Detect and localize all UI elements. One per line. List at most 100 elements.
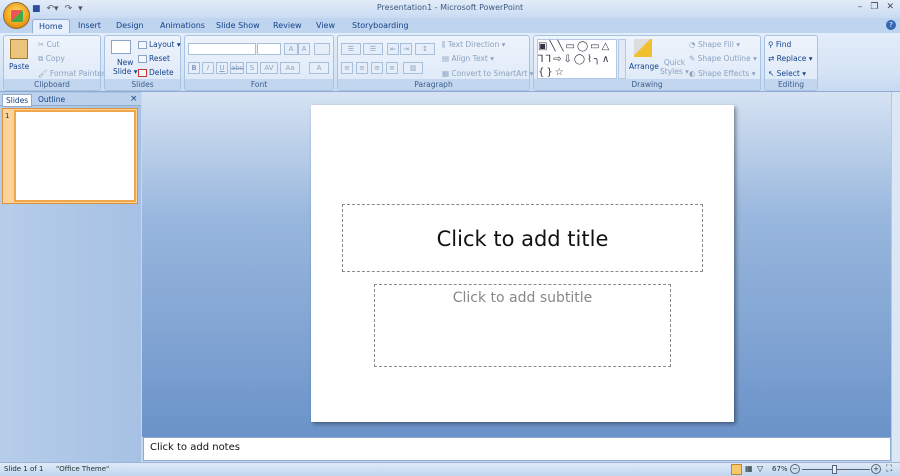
close-icon[interactable]: ✕ [886,2,894,12]
shapes-gallery-scroll[interactable] [618,39,626,79]
paste-icon [10,39,28,59]
paragraph-group: ☰ ☰ ⇤ ⇥ ↕ ≡ ≡ ≡ ≡ ▥ ⫼ Text Direction ▾ ▤… [337,35,533,91]
save-icon[interactable]: ■ [32,4,41,14]
grow-font-button[interactable]: A [284,43,298,55]
editing-label: Editing [765,79,817,90]
center-button[interactable]: ≡ [356,62,368,74]
find-button[interactable]: ⚲ Find [768,40,791,49]
slide-thumbnail[interactable] [14,110,136,202]
arrange-button[interactable]: Arrange [629,62,659,71]
zoom-in-button[interactable]: + [871,464,881,474]
underline-button[interactable]: U [216,62,228,74]
fit-to-window-icon[interactable]: ⛶ [886,464,892,474]
slide-sorter-icon[interactable]: ▦ [745,464,753,473]
brush-icon: 🖌 [38,69,50,78]
notes-input[interactable]: Click to add notes [143,437,891,461]
bullets-button[interactable]: ☰ [341,43,361,55]
slide-canvas[interactable]: Click to add title Click to add subtitle [311,105,734,422]
pane-tabs: Slides Outline × [0,93,141,107]
tab-outline[interactable]: Outline [38,95,65,104]
select-button[interactable]: ↖ Select ▾ [768,69,806,78]
office-button[interactable] [3,2,30,29]
tab-animations[interactable]: Animations [160,19,205,34]
font-group: A A B I U abc S AV Aa A Font [184,35,334,91]
tab-design[interactable]: Design [116,19,144,34]
delete-icon [138,69,147,77]
align-left-button[interactable]: ≡ [341,62,353,74]
minimize-icon[interactable]: – [858,2,863,12]
shapes-gallery[interactable]: ▣╲╲▭◯▭△⅂⅂⇨⇩◯⌇╮∧{}☆ [537,39,617,79]
justify-button[interactable]: ≡ [386,62,398,74]
normal-view-icon[interactable] [731,464,742,475]
slide-number: 1 [5,112,10,120]
shadow-button[interactable]: S [246,62,258,74]
font-size-select[interactable] [257,43,281,55]
paste-button[interactable]: Paste [9,62,29,71]
copy-button[interactable]: ⧉ Copy [38,54,65,64]
zoom-level[interactable]: 67% [772,465,788,473]
tab-insert[interactable]: Insert [78,19,101,34]
layout-button[interactable]: Layout ▾ [138,40,181,49]
tab-storyboarding[interactable]: Storyboarding [352,19,409,34]
status-bar: Slide 1 of 1 "Office Theme" ▦ ▽ 67% − + … [0,462,900,476]
scissors-icon: ✂ [38,40,47,49]
zoom-slider-thumb[interactable] [832,465,837,474]
font-color-button[interactable]: A [309,62,329,74]
slides-label: Slides [105,79,180,90]
tab-review[interactable]: Review [273,19,302,34]
theme-name: "Office Theme" [56,465,110,473]
zoom-out-button[interactable]: − [790,464,800,474]
increase-indent-button[interactable]: ⇥ [400,43,412,55]
format-painter-button[interactable]: 🖌 Format Painter [38,69,105,78]
text-direction-button[interactable]: ⫼ Text Direction ▾ [442,40,505,50]
tab-view[interactable]: View [316,19,335,34]
change-case-button[interactable]: Aa [280,62,300,74]
delete-button[interactable]: Delete [138,68,174,77]
shape-fill-button[interactable]: ◔ Shape Fill ▾ [689,40,740,49]
cut-button[interactable]: ✂ Cut [38,40,60,49]
shape-outline-button[interactable]: ✎ Shape Outline ▾ [689,54,757,63]
columns-button[interactable]: ▥ [403,62,423,74]
office-logo-icon [11,10,23,22]
close-pane-icon[interactable]: × [130,94,138,104]
replace-button[interactable]: ⇄ Replace ▾ [768,54,813,63]
bold-button[interactable]: B [188,62,200,74]
window-controls: – ❐ ✕ [858,2,894,12]
strikethrough-button[interactable]: abc [230,62,244,74]
tab-slide-show[interactable]: Slide Show [216,19,260,34]
shape-effects-button[interactable]: ◐ Shape Effects ▾ [689,69,755,78]
paint-bucket-icon: ◔ [689,40,698,49]
redo-icon[interactable]: ↷ [65,4,73,14]
align-text-button[interactable]: ▤ Align Text ▾ [442,54,494,63]
decrease-indent-button[interactable]: ⇤ [387,43,399,55]
pen-icon: ✎ [689,54,698,63]
tab-slides[interactable]: Slides [2,94,33,107]
quick-styles-button[interactable]: Quick Styles ▾ [660,58,689,76]
font-family-select[interactable] [188,43,256,55]
numbering-button[interactable]: ☰ [363,43,383,55]
title-placeholder[interactable]: Click to add title [342,204,703,272]
undo-icon[interactable]: ↶▾ [47,4,59,14]
ribbon: Paste ✂ Cut ⧉ Copy 🖌 Format Painter Clip… [0,33,900,92]
reset-button[interactable]: Reset [138,54,170,63]
align-right-button[interactable]: ≡ [371,62,383,74]
line-spacing-button[interactable]: ↕ [415,43,435,55]
vertical-scrollbar[interactable] [891,92,900,462]
subtitle-placeholder[interactable]: Click to add subtitle [374,284,671,367]
clear-format-button[interactable] [314,43,330,55]
new-slide-button[interactable]: New Slide ▾ [113,58,137,76]
clipboard-group: Paste ✂ Cut ⧉ Copy 🖌 Format Painter Clip… [3,35,105,91]
character-spacing-button[interactable]: AV [260,62,278,74]
restore-icon[interactable]: ❐ [870,2,878,12]
help-icon[interactable]: ? [886,20,896,30]
italic-button[interactable]: I [202,62,214,74]
ribbon-tabs: Home Insert Design Animations Slide Show… [0,18,900,34]
slide-show-icon[interactable]: ▽ [757,464,763,473]
convert-smartart-button[interactable]: ▦ Convert to SmartArt ▾ [442,69,533,78]
new-slide-icon [111,40,131,54]
tab-home[interactable]: Home [32,19,70,34]
customize-icon[interactable]: ▾ [78,4,83,14]
shrink-font-button[interactable]: A [298,43,310,55]
drawing-label: Drawing [534,79,760,90]
binoculars-icon: ⚲ [768,40,776,49]
